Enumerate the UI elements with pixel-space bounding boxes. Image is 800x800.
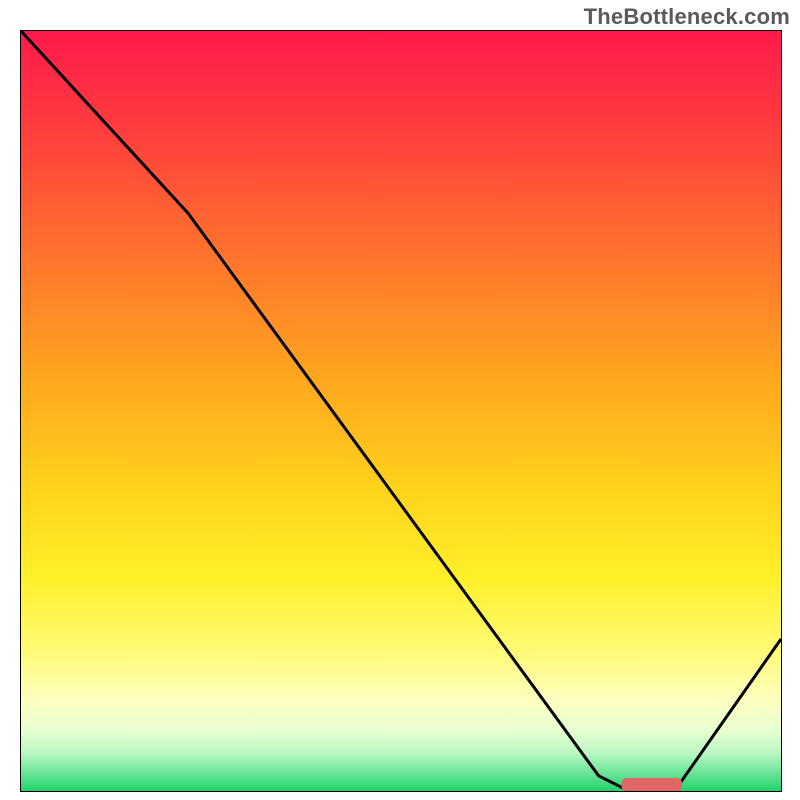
watermark-text: TheBottleneck.com <box>584 4 790 30</box>
optimal-range-marker <box>621 778 682 791</box>
plot-area <box>20 30 782 792</box>
chart-overlay <box>21 31 781 791</box>
chart-container: TheBottleneck.com <box>0 0 800 800</box>
bottleneck-curve-line <box>21 31 781 791</box>
